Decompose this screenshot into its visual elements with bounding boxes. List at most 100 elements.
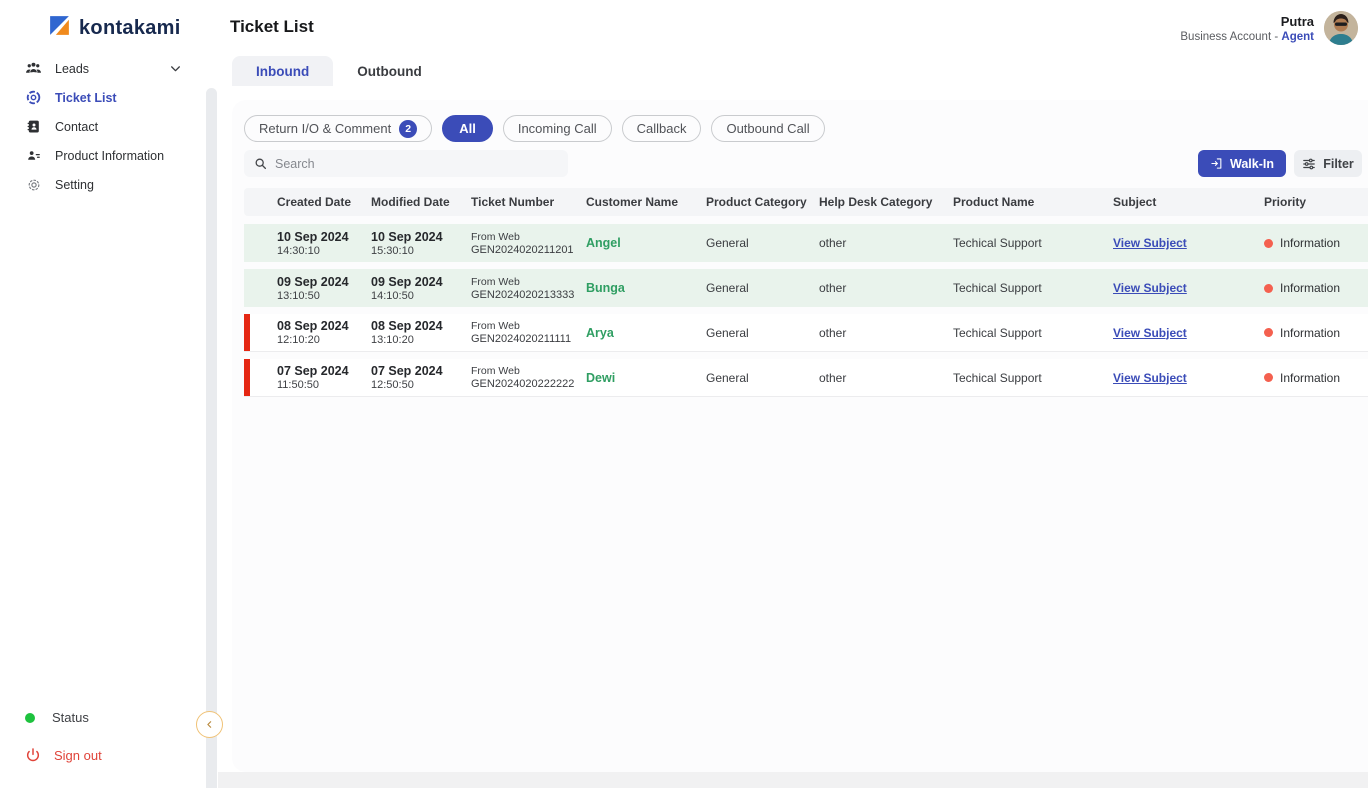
status-online-dot [25,713,35,723]
ticket-icon [25,89,42,106]
modified-date-cell: 09 Sep 2024 14:10:50 [371,275,471,302]
sidebar-item-setting[interactable]: Setting [0,170,212,199]
user-separator: - [1274,31,1278,43]
customer-name-cell[interactable]: Bunga [586,281,706,295]
sidebar: kontakami Leads Ticket List [0,0,212,788]
sidebar-item-label: Product Information [55,149,164,163]
search-box [244,150,568,177]
user-text: Putra Business Account - Agent [1180,14,1314,43]
col-product-name: Product Name [953,195,1113,209]
view-subject-link[interactable]: View Subject [1113,371,1187,385]
chip-callback[interactable]: Callback [622,115,702,142]
sidebar-item-label: Setting [55,178,94,192]
customer-name-cell[interactable]: Angel [586,236,706,250]
user-menu[interactable]: Putra Business Account - Agent [1180,11,1358,45]
user-subtitle: Business Account - Agent [1180,31,1314,43]
created-date-cell: 09 Sep 2024 13:10:50 [277,275,371,302]
view-subject-link[interactable]: View Subject [1113,281,1187,295]
search-input[interactable] [275,157,558,171]
priority-label: Information [1280,236,1340,250]
col-customer-name: Customer Name [586,195,706,209]
power-icon [25,747,41,763]
customer-name-cell[interactable]: Dewi [586,371,706,385]
sidebar-item-leads[interactable]: Leads [0,54,212,83]
col-modified-date: Modified Date [371,195,471,209]
sidebar-item-label: Leads [55,62,89,76]
ticket-number-cell: From Web GEN2024020213333 [471,276,586,301]
table-header: Created Date Modified Date Ticket Number… [244,188,1368,216]
brand-logo-icon [47,13,72,43]
modified-date-cell: 08 Sep 2024 13:10:20 [371,319,471,346]
signout-label: Sign out [54,748,102,763]
sidebar-item-contact[interactable]: Contact [0,112,212,141]
created-date-cell: 10 Sep 2024 14:30:10 [277,230,371,257]
priority-dot-icon [1264,284,1273,293]
priority-dot-icon [1264,328,1273,337]
table-row[interactable]: 08 Sep 2024 12:10:20 08 Sep 2024 13:10:2… [244,314,1368,352]
product-name-cell: Techical Support [953,326,1113,340]
table-row[interactable]: 07 Sep 2024 11:50:50 07 Sep 2024 12:50:5… [244,359,1368,397]
sidebar-scrollbar[interactable] [206,88,217,788]
table-row[interactable]: 09 Sep 2024 13:10:50 09 Sep 2024 14:10:5… [244,269,1368,307]
col-subject: Subject [1113,195,1264,209]
chip-outbound-call[interactable]: Outbound Call [711,115,824,142]
chip-label: Return I/O & Comment [259,121,391,136]
help-desk-category-cell: other [819,281,953,295]
product-name-cell: Techical Support [953,371,1113,385]
sidebar-item-product-information[interactable]: Product Information [0,141,212,170]
sidebar-collapse-button[interactable] [196,711,223,738]
chip-return-io-comment[interactable]: Return I/O & Comment 2 [244,115,432,142]
chip-all[interactable]: All [442,115,493,142]
sidebar-item-label: Contact [55,120,98,134]
sidebar-item-label: Ticket List [55,91,117,105]
product-name-cell: Techical Support [953,281,1113,295]
table-body: 10 Sep 2024 14:30:10 10 Sep 2024 15:30:1… [244,224,1368,404]
chip-count-badge: 2 [399,120,417,138]
brand-name: kontakami [79,17,181,40]
status-label: Status [52,710,89,725]
sidebar-menu: Leads Ticket List Contact [0,54,212,199]
col-priority: Priority [1264,195,1368,209]
app-root: kontakami Leads Ticket List [0,0,1368,788]
avatar[interactable] [1324,11,1358,45]
help-desk-category-cell: other [819,371,953,385]
view-subject-link[interactable]: View Subject [1113,326,1187,340]
customer-name-cell[interactable]: Arya [586,326,706,340]
signout-button[interactable]: Sign out [25,747,102,763]
tab-bar: Inbound Outbound [232,56,446,86]
created-date-cell: 08 Sep 2024 12:10:20 [277,319,371,346]
table-row[interactable]: 10 Sep 2024 14:30:10 10 Sep 2024 15:30:1… [244,224,1368,262]
help-desk-category-cell: other [819,326,953,340]
user-name: Putra [1180,14,1314,29]
product-info-icon [25,149,42,163]
product-category-cell: General [706,281,819,295]
priority-label: Information [1280,281,1340,295]
walkin-icon [1210,157,1223,170]
chevron-down-icon[interactable] [169,62,182,75]
tab-inbound[interactable]: Inbound [232,56,333,86]
walkin-button[interactable]: Walk-In [1198,150,1286,177]
product-name-cell: Techical Support [953,236,1113,250]
priority-cell: Information [1264,371,1368,385]
unread-indicator [244,314,250,351]
filter-button[interactable]: Filter [1294,150,1362,177]
filter-sliders-icon [1302,157,1316,171]
status-row[interactable]: Status [25,710,89,725]
created-date-cell: 07 Sep 2024 11:50:50 [277,364,371,391]
brand-logo[interactable]: kontakami [47,13,181,43]
ticket-number-cell: From Web GEN2024020222222 [471,365,586,390]
ticket-list-panel: Return I/O & Comment 2 All Incoming Call… [232,100,1368,772]
contact-book-icon [25,119,42,134]
priority-cell: Information [1264,326,1368,340]
user-account-type: Business Account [1180,31,1271,43]
filter-label: Filter [1323,157,1354,171]
modified-date-cell: 10 Sep 2024 15:30:10 [371,230,471,257]
tab-outbound[interactable]: Outbound [333,56,445,86]
view-subject-link[interactable]: View Subject [1113,236,1187,250]
unread-indicator [244,359,250,396]
ticket-number-cell: From Web GEN2024020211111 [471,320,586,345]
priority-cell: Information [1264,281,1368,295]
chip-incoming-call[interactable]: Incoming Call [503,115,612,142]
ticket-number-cell: From Web GEN2024020211201 [471,231,586,256]
sidebar-item-ticket-list[interactable]: Ticket List [0,83,212,112]
